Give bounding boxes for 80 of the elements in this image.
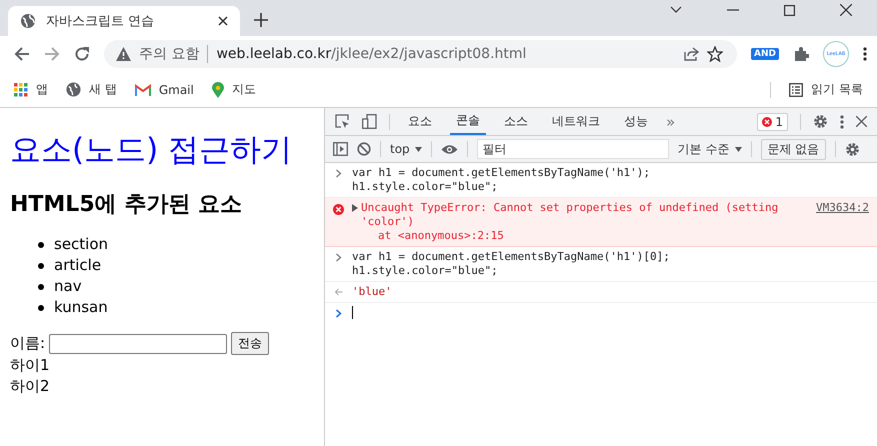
- bullet-icon: [38, 242, 44, 248]
- share-icon[interactable]: [684, 47, 700, 61]
- source-link[interactable]: VM3634:2: [816, 201, 869, 215]
- list-item: nav: [54, 276, 82, 297]
- text-line: 하이1: [10, 355, 51, 376]
- maximize-icon[interactable]: [784, 4, 795, 16]
- more-tabs-button[interactable]: »: [666, 112, 676, 130]
- devtools-tab[interactable]: 요소: [402, 108, 438, 135]
- context-dropdown[interactable]: top: [390, 142, 422, 156]
- bookmark-item[interactable]: 앱: [14, 81, 48, 98]
- more-vertical-icon[interactable]: [840, 114, 844, 128]
- filter-field[interactable]: 필터: [476, 139, 669, 159]
- address-bar[interactable]: 주의 요함 web.leelab.co.kr/jklee/ex2/javascript08.html: [104, 40, 738, 68]
- device-icon[interactable]: [362, 114, 377, 129]
- error-text: Uncaught TypeError: Cannot set properties of undefined (setting 'color'): [361, 201, 780, 229]
- submit-button[interactable]: 전송: [231, 332, 270, 355]
- result-value: 'blue': [352, 285, 393, 299]
- list-icon: [789, 82, 804, 96]
- close-icon[interactable]: [856, 116, 867, 127]
- settings-icon[interactable]: [844, 142, 860, 156]
- page-subheading: HTML5에 추가된 요소: [10, 191, 243, 219]
- inspect-cursor-icon[interactable]: [335, 114, 350, 129]
- page-heading: 요소(노드) 접근하기: [10, 131, 294, 170]
- stack-trace-line: at <anonymous>:2:15: [377, 229, 505, 243]
- new-tab-icon[interactable]: [254, 13, 268, 27]
- devtools-tab[interactable]: 네트워크: [546, 108, 606, 135]
- log-level-dropdown[interactable]: 기본 수준: [678, 140, 742, 158]
- globe-icon: [20, 13, 36, 29]
- dropdown-triangle-icon: [734, 146, 742, 152]
- error-icon: [762, 116, 772, 126]
- devtools-tab[interactable]: 소스: [498, 108, 534, 135]
- mail-icon: [134, 84, 151, 96]
- expand-triangle-icon[interactable]: [352, 204, 358, 212]
- code-line: h1.style.color="blue";: [352, 180, 499, 194]
- code-line: var h1 = document.getElementsByTagName('h1')[0];: [352, 250, 671, 264]
- bullet-icon: [38, 284, 44, 290]
- dropdown-triangle-icon: [414, 146, 422, 152]
- bookmark-item[interactable]: 지도: [212, 81, 256, 98]
- list-item: section: [54, 234, 108, 255]
- return-arrow-icon: [333, 288, 344, 296]
- sidebar-toggle-icon[interactable]: [333, 142, 348, 156]
- map-pin-icon: [212, 82, 224, 98]
- globe-icon: [66, 82, 81, 97]
- chevron-down-icon[interactable]: [670, 6, 682, 14]
- error-count-button[interactable]: 1: [757, 112, 788, 130]
- code-line: h1.style.color="blue";: [352, 264, 499, 278]
- bullet-icon: [38, 304, 44, 310]
- bookmark-item[interactable]: Gmail: [134, 82, 194, 96]
- warning-icon: [116, 47, 131, 61]
- security-label: 주의 요함: [139, 45, 200, 63]
- close-icon[interactable]: [840, 4, 852, 16]
- list-item: kunsan: [54, 297, 108, 318]
- text-line: 하이2: [10, 376, 51, 397]
- more-vertical-icon[interactable]: [863, 47, 867, 61]
- text-cursor: [352, 306, 353, 319]
- input-field[interactable]: [49, 334, 228, 354]
- clear-console-icon[interactable]: [357, 142, 371, 156]
- tab-title: 자바스크립트 연습: [46, 13, 156, 30]
- error-icon: [333, 204, 344, 215]
- devtools-tab[interactable]: 성능: [618, 108, 654, 135]
- star-icon[interactable]: [707, 46, 724, 62]
- url-text: web.leelab.co.kr/jklee/ex2/javascript08.html: [216, 46, 526, 62]
- minimize-icon[interactable]: [727, 9, 739, 11]
- back-arrow-icon[interactable]: [14, 46, 30, 62]
- settings-icon[interactable]: [813, 114, 828, 129]
- reading-list-button[interactable]: 읽기 목록: [789, 81, 863, 98]
- eye-icon[interactable]: [440, 144, 458, 154]
- browser-tab[interactable]: 자바스크립트 연습: [8, 6, 240, 36]
- field-label: 이름:: [10, 334, 46, 353]
- prompt-chevron-icon: [333, 309, 344, 318]
- reload-icon[interactable]: [74, 46, 90, 62]
- extension-badge[interactable]: AND: [751, 48, 779, 60]
- code-line: var h1 = document.getElementsByTagName('h1');: [352, 166, 652, 180]
- close-icon[interactable]: [218, 16, 228, 26]
- issues-button[interactable]: 문제 없음: [760, 138, 826, 160]
- bullet-icon: [38, 262, 44, 268]
- puzzle-icon[interactable]: [793, 46, 809, 62]
- bookmark-item[interactable]: 새 탭: [66, 81, 117, 98]
- apps-grid-icon: [14, 82, 28, 96]
- list-item: article: [54, 255, 102, 276]
